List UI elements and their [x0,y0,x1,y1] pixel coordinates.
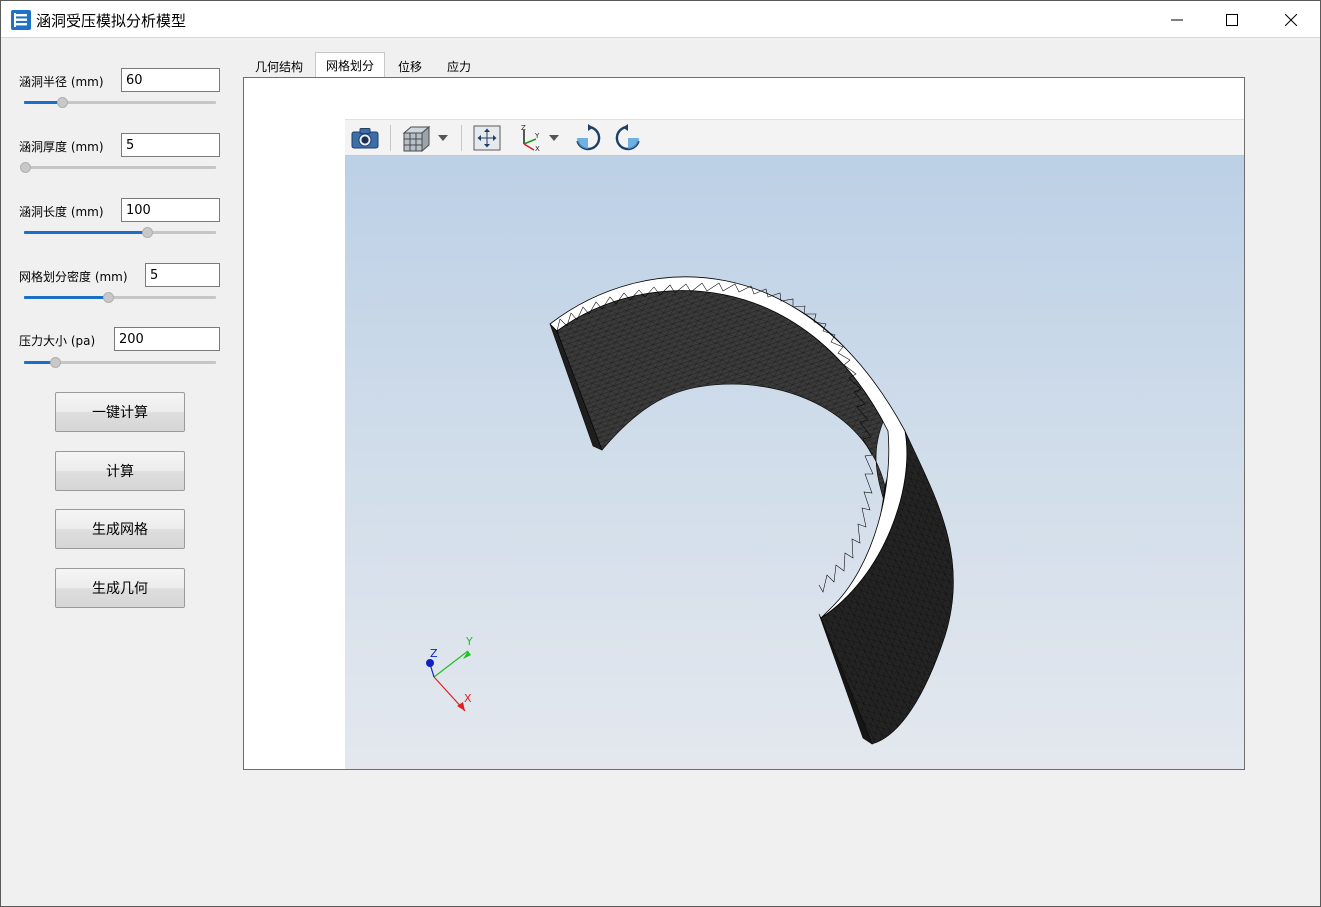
fit-view-icon [473,125,501,151]
slider-thumb[interactable] [142,227,153,238]
viewer-toolbar: Z Y X [345,119,1244,156]
toolbar-separator [390,125,391,151]
rotate-ccw-button[interactable] [612,123,644,153]
rotate-cw-button[interactable] [572,123,604,153]
axis-label-y: Y [465,635,473,648]
app-icon [11,10,31,30]
toolbar-separator [461,125,462,151]
tab-displacement[interactable]: 位移 [386,54,434,78]
pressure-label: 压力大小 (pa) [19,334,96,348]
generate-geometry-button[interactable]: 生成几何 [55,568,185,608]
slider-thumb[interactable] [50,357,61,368]
svg-text:X: X [535,145,540,152]
length-label: 涵洞长度 (mm) [19,205,104,219]
radius-input[interactable] [121,68,220,92]
axis-label-z: Z [430,647,438,660]
slider-thumb[interactable] [20,162,31,173]
slider-fill [24,231,147,234]
axis-label-x: X [464,692,472,705]
generate-mesh-button[interactable]: 生成网格 [55,509,185,549]
close-icon [1285,13,1297,26]
close-button[interactable] [1268,1,1314,38]
tab-mesh[interactable]: 网格划分 [315,52,385,78]
slider-thumb[interactable] [103,292,114,303]
minimize-icon [1171,19,1183,20]
tab-geometry[interactable]: 几何结构 [244,54,314,78]
rotate-cw-icon [576,124,601,151]
parameter-panel: 涵洞半径 (mm) 涵洞厚度 (mm) 涵洞长度 (mm) 网格划分密度 (mm… [1,39,241,906]
slider-thumb[interactable] [57,97,68,108]
app-window: 涵洞受压模拟分析模型 涵洞半径 (mm) 涵洞厚度 (mm) 涵洞长度 (mm) [0,0,1321,907]
fit-view-button[interactable] [471,123,503,153]
svg-text:Z: Z [521,124,526,132]
title-bar[interactable]: 涵洞受压模拟分析模型 [1,1,1320,38]
axes-orientation-icon: Z Y X [521,124,540,152]
3d-viewer: Z Y X Z Y X [345,119,1244,769]
mesh-density-slider[interactable] [24,292,216,304]
svg-text:Y: Y [534,132,540,140]
axes-triad: Z Y X [426,635,473,712]
3d-viewport[interactable]: Z Y X [345,156,1244,769]
screenshot-button[interactable] [348,123,382,153]
culvert-inner-surface [556,283,889,517]
minimize-button[interactable] [1154,1,1200,38]
mesh-density-input[interactable] [145,263,220,287]
window-title: 涵洞受压模拟分析模型 [36,12,187,30]
length-input[interactable] [121,198,220,222]
axes-orientation-button[interactable]: Z Y X [514,123,562,153]
dropdown-icon [438,135,448,141]
radius-slider[interactable] [24,97,216,109]
thickness-slider[interactable] [20,162,216,174]
slider-fill [24,296,108,299]
tab-stress[interactable]: 应力 [435,54,483,78]
pressure-input[interactable] [114,327,220,351]
thickness-input[interactable] [121,133,220,157]
radius-label: 涵洞半径 (mm) [19,75,104,89]
dropdown-icon [549,135,559,141]
mesh-density-label: 网格划分密度 (mm) [19,270,128,284]
maximize-icon [1226,13,1238,26]
pressure-slider[interactable] [24,357,216,369]
thickness-label: 涵洞厚度 (mm) [19,140,104,154]
one-click-compute-button[interactable]: 一键计算 [55,392,185,432]
camera-icon [351,128,379,149]
length-slider[interactable] [24,227,216,239]
view-cube-icon [402,125,431,152]
mesh-render: Z Y X [426,276,954,745]
slider-track [24,166,216,169]
rotate-ccw-icon [615,124,640,151]
compute-button[interactable]: 计算 [55,451,185,491]
maximize-button[interactable] [1209,1,1255,38]
view-mode-button[interactable] [399,123,451,153]
